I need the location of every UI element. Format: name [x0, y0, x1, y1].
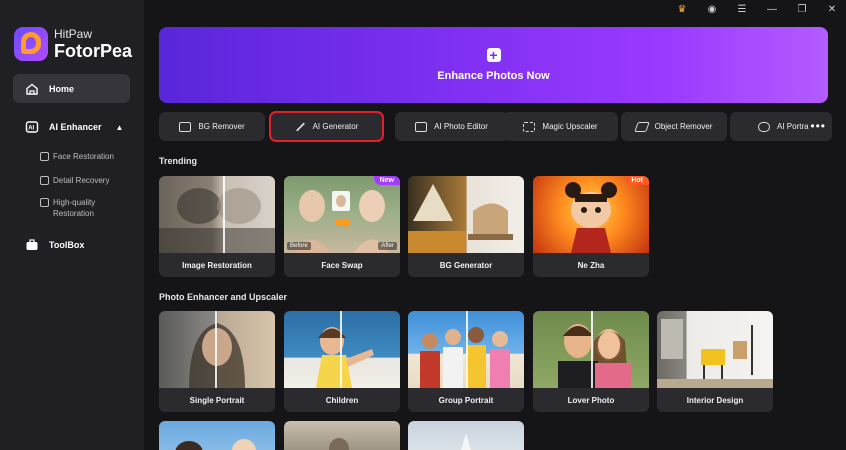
app-logo: HitPaw FotorPea: [14, 27, 132, 61]
card-image-restoration[interactable]: Image Restoration: [159, 176, 275, 277]
new-badge: New: [373, 176, 400, 185]
toolbox-icon: [25, 238, 39, 252]
eraser-icon: [633, 121, 650, 132]
ai-icon: AI: [25, 120, 39, 134]
before-tag: Before: [287, 242, 311, 250]
card-partial-3[interactable]: [408, 421, 524, 450]
card-lover-photo[interactable]: Lover Photo: [533, 311, 649, 412]
card-label: Face Swap: [321, 260, 363, 270]
sidebar-item-label: Home: [49, 83, 75, 94]
bird-thumbnail: [461, 433, 471, 450]
card-label: Single Portrait: [189, 395, 245, 405]
portrait-icon: [758, 121, 770, 132]
tool-ai-generator[interactable]: AI Generator: [269, 111, 384, 142]
home-icon: [25, 82, 39, 96]
card-group-portrait[interactable]: Group Portrait: [408, 311, 524, 412]
svg-text:AI: AI: [28, 126, 34, 132]
crown-icon[interactable]: ♛: [676, 4, 688, 15]
sidebar-subitem-detail-recovery[interactable]: Detail Recovery: [40, 175, 109, 186]
hot-badge: Hot: [625, 176, 649, 185]
hero-label: Enhance Photos Now: [437, 70, 550, 82]
card-face-swap[interactable]: Before After New Face Swap: [284, 176, 400, 277]
image-icon: [40, 176, 49, 185]
bg-remover-icon: [179, 121, 192, 132]
section-title-trending: Trending: [159, 156, 197, 166]
hq-icon: [40, 198, 49, 207]
brand-line1: HitPaw: [54, 27, 93, 41]
sidebar-item-label: AI Enhancer: [49, 122, 102, 132]
card-label: Children: [325, 395, 359, 405]
card-label: BG Generator: [439, 260, 493, 270]
face-icon: [40, 152, 49, 161]
sidebar-item-toolbox[interactable]: ToolBox: [13, 236, 130, 254]
card-bg-generator[interactable]: BG Generator: [408, 176, 524, 277]
card-children[interactable]: Children: [284, 311, 400, 412]
plus-icon: +: [486, 48, 501, 62]
section-title-enhancer: Photo Enhancer and Upscaler: [159, 292, 288, 302]
sidebar-item-label: ToolBox: [49, 240, 85, 250]
more-icon[interactable]: •••: [810, 119, 826, 133]
card-partial-2[interactable]: [284, 421, 400, 450]
photo-editor-icon: [415, 121, 428, 132]
bg-generator-thumbnail: [408, 176, 524, 253]
chevron-up-icon: ▲: [115, 122, 124, 132]
card-ne-zha[interactable]: Hot Ne Zha: [533, 176, 649, 277]
children-thumbnail: [284, 311, 400, 388]
enhance-photos-button[interactable]: + Enhance Photos Now: [159, 27, 828, 103]
tool-ai-photo-editor[interactable]: AI Photo Editor: [395, 112, 508, 141]
upscale-icon: [523, 121, 536, 132]
menu-icon[interactable]: ☰: [736, 4, 748, 15]
user-icon[interactable]: ◉: [706, 4, 718, 15]
tool-magic-upscaler[interactable]: Magic Upscaler: [503, 112, 618, 141]
face-swap-thumbnail: Before After: [284, 176, 400, 253]
lover-photo-thumbnail: [533, 311, 649, 388]
logo-icon: [14, 27, 48, 61]
card-partial-1[interactable]: [159, 421, 275, 450]
sidebar-item-home[interactable]: Home: [13, 74, 130, 103]
sidebar-subitem-high-quality-restoration[interactable]: High-quality Restoration: [40, 197, 110, 219]
image-restoration-thumbnail: [159, 176, 275, 253]
minimize-icon[interactable]: —: [766, 4, 778, 15]
interior-design-thumbnail: [657, 311, 773, 388]
family-thumbnail: [329, 438, 349, 450]
maximize-icon[interactable]: ❐: [796, 4, 808, 15]
magic-wand-icon: [295, 121, 305, 132]
card-label: Image Restoration: [182, 260, 252, 270]
tool-object-remover[interactable]: Object Remover: [621, 112, 727, 141]
sidebar-subitem-face-restoration[interactable]: Face Restoration: [40, 151, 114, 162]
tool-ai-portrait[interactable]: AI Portra •••: [730, 112, 832, 141]
anime-thumbnail: [175, 439, 256, 450]
single-portrait-thumbnail: [159, 311, 275, 388]
tool-bar: BG Remover AI Generator AI Photo Editor …: [159, 111, 833, 142]
card-label: Lover Photo: [567, 395, 615, 405]
card-label: Group Portrait: [438, 395, 494, 405]
close-icon[interactable]: ✕: [826, 4, 838, 15]
after-tag: After: [378, 242, 397, 250]
group-portrait-thumbnail: [408, 311, 524, 388]
sidebar: HitPaw FotorPea Home AI AI Enhancer ▲ Fa…: [0, 0, 144, 450]
card-interior-design[interactable]: Interior Design: [657, 311, 773, 412]
card-label: Ne Zha: [577, 260, 605, 270]
card-single-portrait[interactable]: Single Portrait: [159, 311, 275, 412]
sidebar-item-ai-enhancer[interactable]: AI AI Enhancer ▲: [13, 118, 130, 136]
brand-line2: FotorPea: [54, 41, 133, 61]
tool-bg-remover[interactable]: BG Remover: [159, 112, 265, 141]
window-controls: ♛ ◉ ☰ — ❐ ✕: [676, 2, 838, 16]
card-label: Interior Design: [686, 395, 744, 405]
ne-zha-thumbnail: [533, 176, 649, 253]
